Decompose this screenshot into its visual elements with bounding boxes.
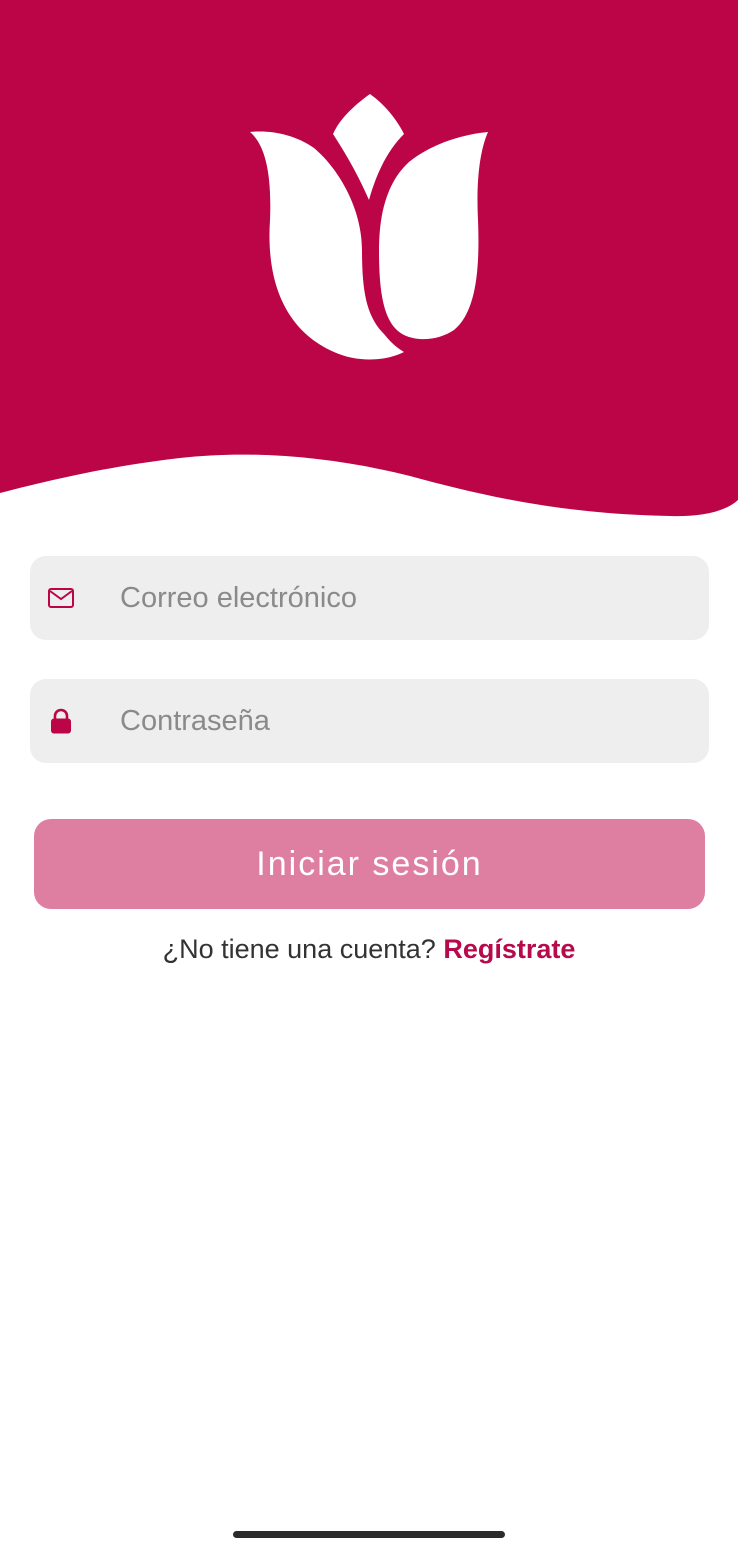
header-banner — [0, 0, 738, 520]
login-button[interactable]: Iniciar sesión — [34, 819, 705, 909]
tulip-icon — [250, 94, 488, 360]
password-field[interactable] — [30, 679, 709, 763]
lock-icon — [51, 708, 71, 734]
password-input[interactable] — [120, 679, 680, 763]
home-indicator[interactable] — [233, 1531, 505, 1538]
email-field[interactable] — [30, 556, 709, 640]
mail-icon — [48, 588, 74, 608]
signup-prompt: ¿No tiene una cuenta? — [162, 934, 436, 964]
email-input[interactable] — [120, 556, 680, 640]
signup-link[interactable]: Regístrate — [443, 934, 575, 964]
signup-row: ¿No tiene una cuenta? Regístrate — [0, 934, 738, 965]
